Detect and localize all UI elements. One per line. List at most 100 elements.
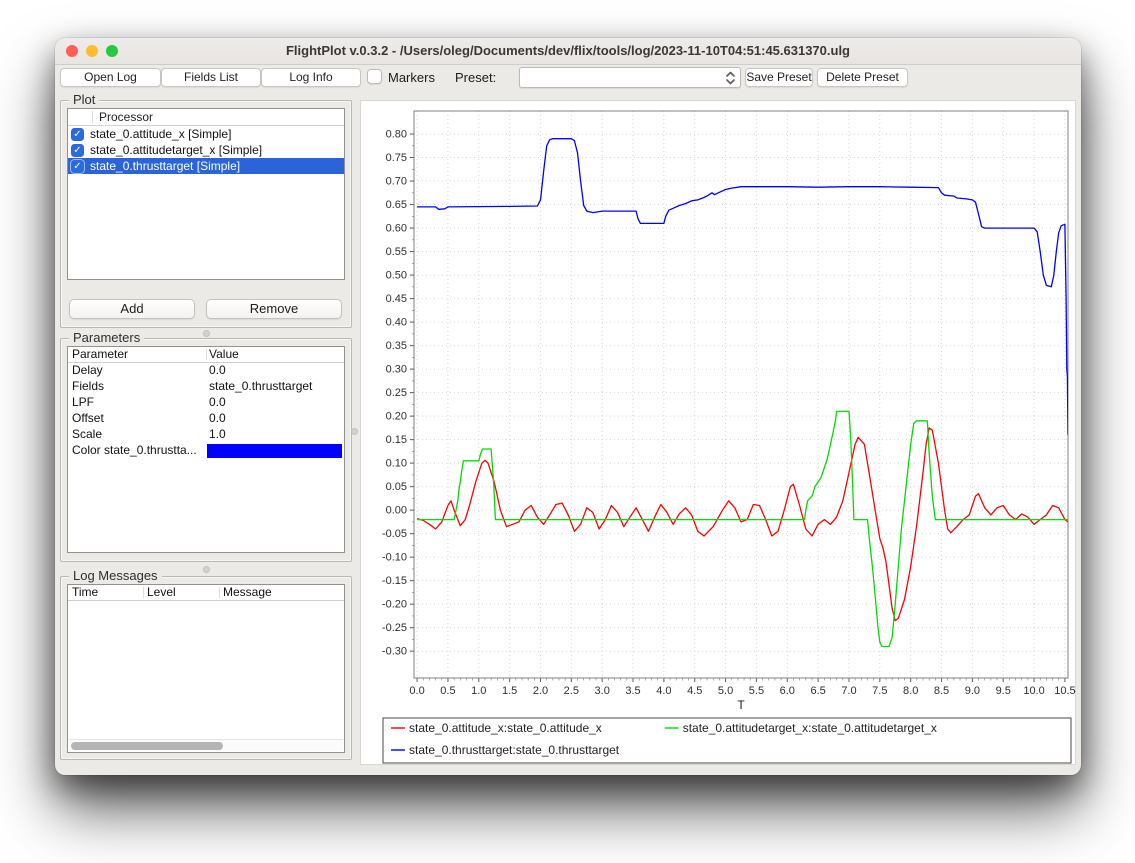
y-axis-tick-label: -0.15 [382,575,407,587]
combo-stepper-icon[interactable] [724,70,737,86]
log-messages-table[interactable]: Time Level Message [67,584,345,753]
parameter-value[interactable]: 0.0 [209,363,226,378]
parameter-name: Fields [72,379,104,394]
y-axis-tick-label: 0.45 [386,293,407,305]
y-axis-tick-label: -0.25 [382,622,407,634]
flight-plot-chart[interactable]: -0.30 -0.25 -0.20 -0.15 -0.10 -0.05 0.00 0.05 0.… [361,101,1077,766]
parameter-column-header: Parameter [72,347,128,362]
x-axis-tick-label: 9.0 [965,685,980,697]
x-axis-tick-label: 4.5 [687,685,702,697]
open-log-button[interactable]: Open Log [60,68,161,87]
preset-label: Preset: [455,70,496,85]
x-axis-tick-label: 0.0 [409,685,424,697]
chart-panel[interactable]: -0.30 -0.25 -0.20 -0.15 -0.10 -0.05 0.00 0.05 0.… [360,100,1076,765]
parameter-value[interactable]: state_0.thrusttarget [209,379,312,394]
parameter-row[interactable]: Scale 1.0 [68,427,344,443]
log-table-header: Time Level Message [68,585,344,601]
checked-checkbox-icon[interactable]: ✓ [71,128,84,141]
delete-preset-button[interactable]: Delete Preset [817,68,908,87]
parameters-table-header: Parameter Value [68,347,344,363]
zoom-window-button[interactable] [106,45,118,57]
y-axis-tick-label: 0.50 [386,270,407,282]
y-axis-tick-label: 0.00 [386,505,407,517]
legend-entry: state_0.attitudetarget_x:state_0.attitud… [683,721,937,735]
x-axis-tick-label: 2.5 [564,685,579,697]
log-table-hscrollbar[interactable] [69,739,343,751]
window-title: FlightPlot v.0.3.2 - /Users/oleg/Documen… [55,38,1081,64]
processor-column-header: Processor [99,110,153,124]
horizontal-splitter-handle-1[interactable] [203,330,210,337]
markers-label: Markers [388,70,435,85]
x-axis-tick-label: 5.0 [718,685,733,697]
color-swatch[interactable] [207,444,342,458]
parameter-value[interactable]: 1.0 [209,427,226,442]
plot-list-item[interactable]: ✓state_0.thrusttarget [Simple] [68,158,344,174]
value-column-header: Value [209,347,239,362]
y-axis-tick-label: 0.75 [386,152,407,164]
preset-combobox[interactable] [519,67,741,88]
y-axis-tick-label: 0.65 [386,199,407,211]
y-axis-tick-label: -0.05 [382,528,407,540]
fields-list-button[interactable]: Fields List [161,68,261,87]
parameter-name: Offset [72,411,104,426]
parameters-panel-title: Parameters [69,330,144,345]
x-axis-tick-label: 6.5 [810,685,825,697]
y-axis-tick-label: 0.80 [386,129,407,141]
parameter-color-row[interactable]: Color state_0.thrustta... [68,443,344,459]
parameter-value[interactable]: 0.0 [209,411,226,426]
log-info-button[interactable]: Log Info [261,68,361,87]
parameter-name: Color state_0.thrustta... [72,443,197,458]
parameter-name: Scale [72,427,102,442]
y-axis-tick-label: -0.30 [382,646,407,658]
x-axis-tick-label: 7.5 [872,685,887,697]
y-axis-tick-label: -0.10 [382,552,407,564]
parameter-value[interactable]: 0.0 [209,395,226,410]
log-table-hscrollbar-thumb[interactable] [71,742,223,750]
parameter-row[interactable]: Offset 0.0 [68,411,344,427]
parameter-name: LPF [72,395,94,410]
close-window-button[interactable] [66,45,78,57]
x-axis-tick-label: 10.0 [1023,685,1044,697]
parameter-row[interactable]: LPF 0.0 [68,395,344,411]
level-column-header: Level [147,585,176,600]
log-messages-panel-title: Log Messages [69,568,162,583]
y-axis-tick-label: 0.35 [386,340,407,352]
plot-list-header[interactable]: Processor [68,109,344,126]
remove-button[interactable]: Remove [206,299,342,319]
parameter-row[interactable]: Delay 0.0 [68,363,344,379]
add-button[interactable]: Add [69,299,195,319]
parameter-row[interactable]: Fields state_0.thrusttarget [68,379,344,395]
x-axis-tick-label: 9.5 [996,685,1011,697]
y-axis-tick-label: 0.15 [386,434,407,446]
plot-list-body: ✓state_0.attitude_x [Simple]✓state_0.att… [68,126,344,174]
plot-list[interactable]: Processor ✓state_0.attitude_x [Simple]✓s… [67,108,345,280]
checked-checkbox-icon[interactable]: ✓ [71,160,84,173]
plot-item-label: state_0.attitudetarget_x [Simple] [90,143,262,157]
horizontal-splitter-handle-2[interactable] [203,566,210,573]
y-axis-tick-label: -0.20 [382,599,407,611]
y-axis-tick-label: 0.30 [386,364,407,376]
y-axis-tick-label: 0.05 [386,481,407,493]
y-axis-tick-label: 0.20 [386,411,407,423]
minimize-window-button[interactable] [86,45,98,57]
x-axis-tick-label: 3.5 [625,685,640,697]
x-axis-tick-label: 4.0 [656,685,671,697]
plot-list-item[interactable]: ✓ state_0.attitudetarget_x [Simple] [68,142,344,158]
plot-list-item[interactable]: ✓state_0.attitude_x [Simple] [68,126,344,142]
y-axis-tick-label: 0.70 [386,176,407,188]
x-axis-tick-label: 10.5 [1054,685,1075,697]
legend-entry: state_0.attitude_x:state_0.attitude_x [409,721,602,735]
save-preset-button[interactable]: Save Preset [745,68,813,87]
checked-checkbox-icon[interactable]: ✓ [71,144,84,157]
y-axis-tick-label: 0.10 [386,458,407,470]
x-axis-tick-label: 8.0 [903,685,918,697]
parameters-table[interactable]: Parameter Value Delay 0.0 Fields state_0.th… [67,346,345,553]
x-axis-tick-label: 8.5 [934,685,949,697]
title-bar[interactable]: FlightPlot v.0.3.2 - /Users/oleg/Documen… [55,38,1081,65]
y-axis-tick-label: 0.40 [386,317,407,329]
markers-checkbox[interactable] [367,69,382,84]
parameters-panel: Parameters Parameter Value Delay0.0Field… [60,338,352,562]
parameter-name: Delay [72,363,103,378]
vertical-splitter-handle[interactable] [351,428,358,435]
time-column-header: Time [72,585,98,600]
